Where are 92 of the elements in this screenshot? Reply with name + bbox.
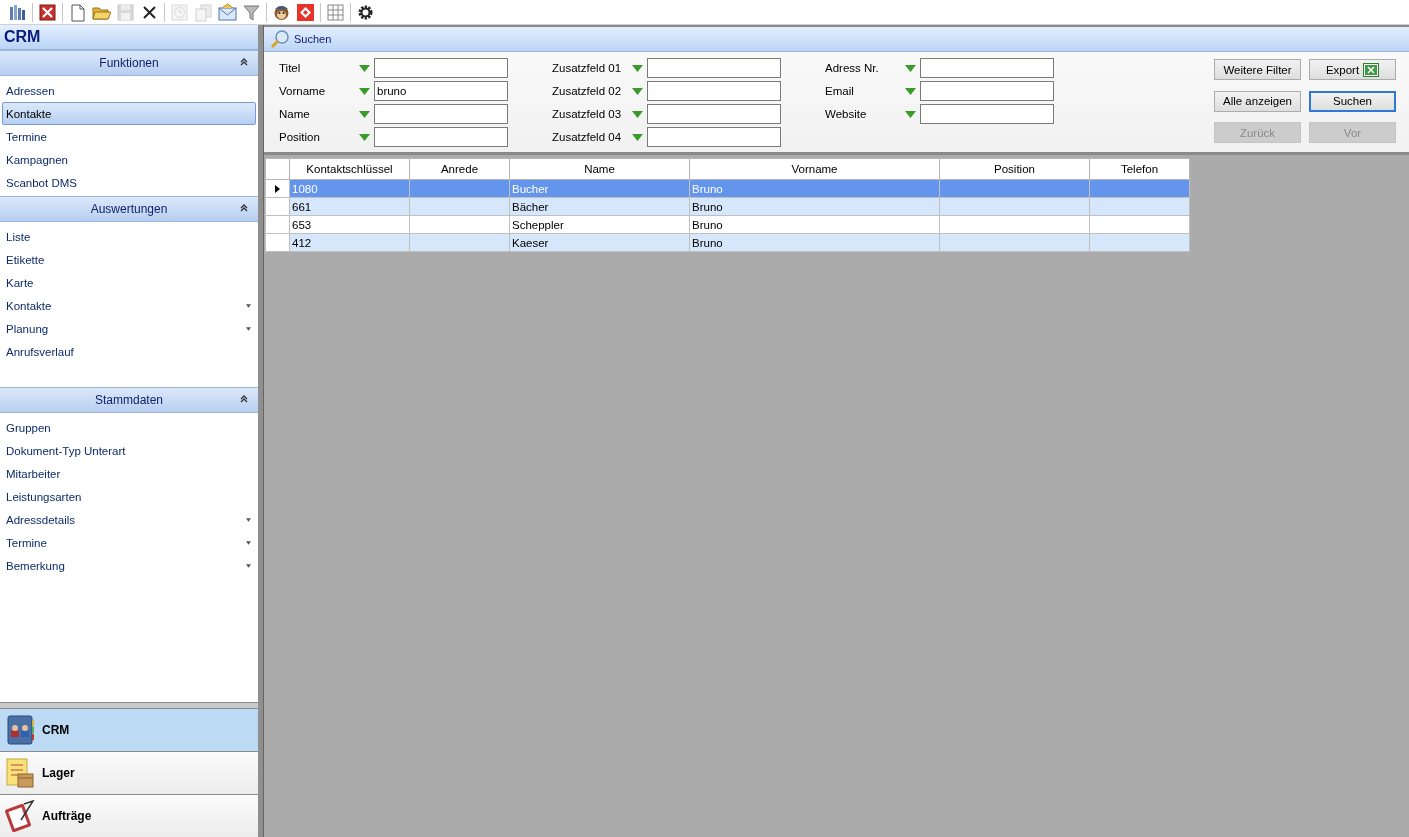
books-icon[interactable]: [8, 2, 27, 22]
grid-icon[interactable]: [326, 2, 345, 22]
sidebar-item[interactable]: Gruppen: [2, 416, 256, 439]
dropdown-caret-icon: [246, 540, 251, 545]
dropdown-caret-icon: [246, 517, 251, 522]
input-field[interactable]: [920, 58, 1054, 78]
spreadsheet-icon: [1363, 62, 1380, 77]
filter-dropdown-icon[interactable]: [359, 110, 370, 118]
sidebar-item[interactable]: Scanbot DMS: [2, 171, 256, 194]
action-button[interactable]: Alle anzeigen: [1214, 90, 1301, 112]
action-button[interactable]: Suchen: [1309, 90, 1396, 112]
clipboard-icon: [4, 800, 36, 832]
action-button[interactable]: Weitere Filter: [1214, 59, 1301, 80]
field-label: Zusatzfeld 03: [552, 108, 623, 120]
field-label: Zusatzfeld 01: [552, 62, 623, 74]
dropdown-caret-icon: [246, 563, 251, 568]
column-header[interactable]: Vorname: [689, 158, 940, 180]
collapse-chevron-icon[interactable]: [240, 58, 248, 66]
sidebar-item[interactable]: Bemerkung: [2, 554, 256, 577]
sidebar-item[interactable]: Kontakte: [2, 102, 256, 125]
sidebar-item[interactable]: Mitarbeiter: [2, 462, 256, 485]
field-label: Name: [279, 108, 311, 120]
input-field[interactable]: [374, 104, 508, 124]
table-cell: Bruno: [689, 215, 940, 234]
filter-dropdown-icon[interactable]: [905, 110, 916, 118]
funnel-icon[interactable]: [242, 2, 261, 22]
filter-dropdown-icon[interactable]: [632, 110, 643, 118]
filter-dropdown-icon[interactable]: [359, 64, 370, 72]
column-header[interactable]: Anrede: [409, 158, 510, 180]
sidebar-item[interactable]: Planung: [2, 317, 256, 340]
collapse-chevron-icon[interactable]: [240, 395, 248, 403]
panel-title: Suchen: [294, 33, 332, 45]
sidebar-item[interactable]: Adressdetails: [2, 508, 256, 531]
input-field[interactable]: [374, 127, 508, 147]
dropdown-caret-icon: [246, 303, 251, 308]
field-label: Email: [825, 85, 855, 97]
input-field[interactable]: bruno: [374, 81, 508, 101]
input-field[interactable]: [920, 81, 1054, 101]
sidebar-item[interactable]: Dokument-Typ Unterart: [2, 439, 256, 462]
sidebar-item[interactable]: Termine: [2, 125, 256, 148]
sidebar-item[interactable]: Karte: [2, 271, 256, 294]
field-label: Position: [279, 131, 321, 143]
table-cell: Scheppler: [509, 215, 690, 234]
collapse-chevron-icon[interactable]: [240, 204, 248, 212]
filter-dropdown-icon[interactable]: [632, 87, 643, 95]
notepad-box-icon: [4, 757, 36, 789]
input-field[interactable]: [647, 81, 781, 101]
sidebar-item[interactable]: Adressen: [2, 79, 256, 102]
field-label: Zusatzfeld 02: [552, 85, 623, 97]
sidebar-item[interactable]: Kampagnen: [2, 148, 256, 171]
filter-dropdown-icon[interactable]: [632, 64, 643, 72]
module-button[interactable]: CRM: [0, 708, 258, 751]
section-header[interactable]: Funktionen: [0, 50, 258, 76]
close-icon[interactable]: [38, 2, 57, 22]
filter-dropdown-icon[interactable]: [905, 87, 916, 95]
module-button[interactable]: Aufträge: [0, 794, 258, 837]
column-header[interactable]: Position: [939, 158, 1090, 180]
dropdown-caret-icon: [246, 326, 251, 331]
sidebar-item[interactable]: Anrufsverlauf: [2, 340, 256, 363]
sidebar-item[interactable]: Kontakte: [2, 294, 256, 317]
section-header[interactable]: Auswertungen: [0, 196, 258, 222]
filter-dropdown-icon[interactable]: [359, 87, 370, 95]
input-field[interactable]: [374, 58, 508, 78]
sidebar-item[interactable]: Etikette: [2, 248, 256, 271]
envelope-icon[interactable]: [218, 2, 237, 22]
row-pointer-icon: [275, 184, 280, 193]
sidebar-item[interactable]: Leistungsarten: [2, 485, 256, 508]
field-label: Vorname: [279, 85, 327, 97]
action-button[interactable]: Export: [1309, 59, 1396, 80]
input-field[interactable]: [647, 58, 781, 78]
column-header[interactable]: Telefon: [1089, 158, 1190, 180]
column-header[interactable]: Name: [509, 158, 690, 180]
sidebar-title: CRM: [0, 25, 258, 50]
section-header[interactable]: Stammdaten: [0, 387, 258, 413]
column-header[interactable]: Kontaktschlüssel: [289, 158, 410, 180]
search-icon: [270, 29, 290, 49]
module-button[interactable]: Lager: [0, 751, 258, 794]
document-icon[interactable]: [68, 2, 87, 22]
field-label: Zusatzfeld 04: [552, 131, 623, 143]
sidebar-item[interactable]: Liste: [2, 225, 256, 248]
field-label: Website: [825, 108, 868, 120]
filter-dropdown-icon[interactable]: [632, 133, 643, 141]
field-label: Adress Nr.: [825, 62, 880, 74]
address-book-icon: [4, 714, 36, 746]
input-field[interactable]: [647, 104, 781, 124]
filter-dropdown-icon[interactable]: [359, 133, 370, 141]
filter-dropdown-icon[interactable]: [905, 64, 916, 72]
field-label: Titel: [279, 62, 302, 74]
sidebar-item[interactable]: Termine: [2, 531, 256, 554]
input-field[interactable]: [647, 127, 781, 147]
input-field[interactable]: [920, 104, 1054, 124]
table-cell: 653: [289, 215, 410, 234]
